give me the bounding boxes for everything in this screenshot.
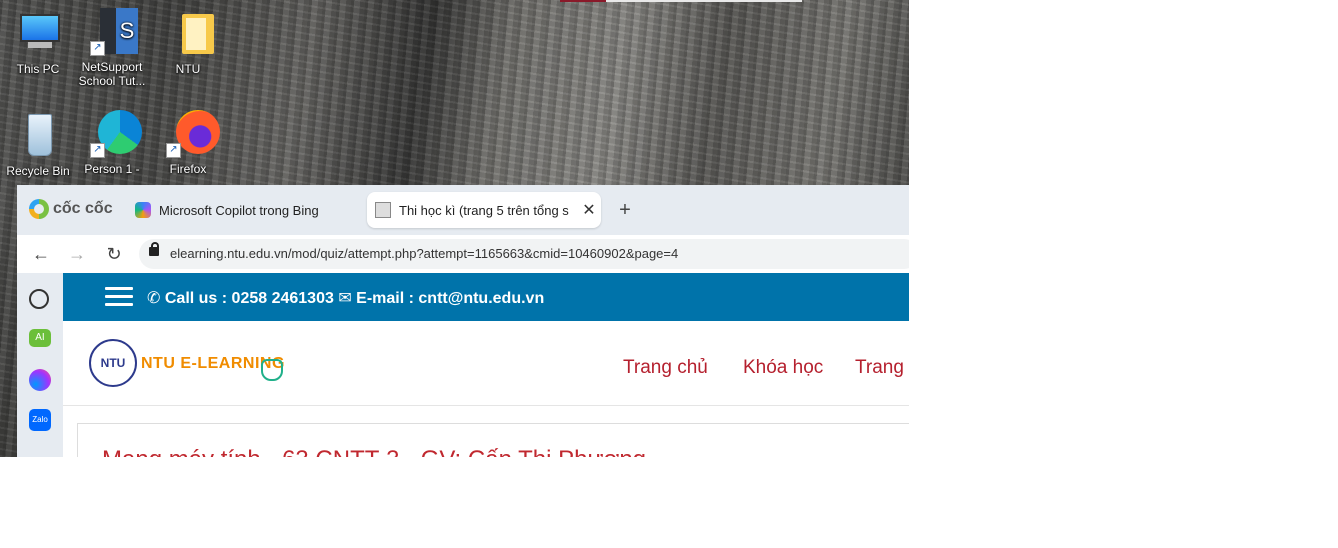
navigation-bar: ← → ↻ elearning.ntu.edu.vn/mod/quiz/atte… bbox=[17, 235, 909, 273]
url-text[interactable]: elearning.ntu.edu.vn/mod/quiz/attempt.ph… bbox=[170, 246, 678, 261]
tab-quiz[interactable]: Thi học kì (trang 5 trên tổng s ✕ bbox=[367, 192, 601, 228]
new-tab-icon[interactable]: + bbox=[613, 198, 637, 222]
history-icon[interactable] bbox=[29, 289, 49, 309]
phone-icon: ✆ bbox=[147, 290, 165, 307]
menu-item-courses[interactable]: Khóa học bbox=[743, 357, 823, 379]
edge-icon: ↗ bbox=[88, 110, 142, 158]
shortcut-arrow-icon: ↗ bbox=[166, 143, 181, 158]
browser-window: cốc cốc Microsoft Copilot trong Bing Thi… bbox=[17, 185, 909, 457]
ntu-logo[interactable]: NTU bbox=[89, 339, 137, 387]
address-bar[interactable]: elearning.ntu.edu.vn/mod/quiz/attempt.ph… bbox=[139, 239, 909, 269]
desktop-icon-label: NetSupport School Tut... bbox=[78, 60, 146, 88]
zalo-icon[interactable]: Zalo bbox=[29, 409, 51, 431]
desktop-icon-this-pc[interactable]: This PC bbox=[2, 10, 74, 76]
folder-icon bbox=[164, 10, 214, 58]
desktop-icon-label: Recycle Bin bbox=[6, 164, 70, 178]
logo-text: NTU bbox=[100, 356, 126, 370]
copilot-icon bbox=[135, 202, 151, 218]
tab-title: Microsoft Copilot trong Bing bbox=[159, 202, 319, 218]
hamburger-menu-icon[interactable] bbox=[105, 287, 133, 307]
menu-item-home[interactable]: Trang chủ bbox=[623, 357, 708, 379]
shortcut-arrow-icon: ↗ bbox=[90, 41, 105, 56]
desktop-icon-label: This PC bbox=[16, 62, 60, 76]
desktop-icon-edge[interactable]: ↗ Person 1 - bbox=[76, 110, 148, 176]
netsupport-icon: S ↗ bbox=[88, 8, 138, 56]
desktop-icon-firefox[interactable]: ↗ Firefox bbox=[152, 110, 224, 176]
browser-logo[interactable]: cốc cốc bbox=[29, 199, 113, 219]
contact-text: Call us : 0258 2461303 ✉ E-mail : cntt@n… bbox=[164, 290, 545, 307]
web-page: ✆ Call us : 0258 2461303 ✉ E-mail : cntt… bbox=[63, 273, 909, 457]
content-box: Mạng máy tính - 63.CNTT-3 - GV: Cấn Thị … bbox=[77, 423, 909, 457]
page-favicon-icon bbox=[375, 202, 391, 218]
site-header: NTU NTU E-LEARNING Trang chủ Khóa học Tr… bbox=[63, 321, 909, 406]
tab-copilot[interactable]: Microsoft Copilot trong Bing bbox=[135, 192, 345, 228]
contact-bar: ✆ Call us : 0258 2461303 ✉ E-mail : cntt… bbox=[63, 273, 909, 321]
forward-icon[interactable]: → bbox=[65, 242, 89, 266]
desktop-icon-label: Firefox bbox=[169, 162, 207, 176]
recycle-bin-icon bbox=[14, 112, 62, 160]
pointer-hand-icon bbox=[261, 359, 283, 381]
desktop-icon-ntu[interactable]: NTU bbox=[152, 10, 224, 76]
course-title: Mạng máy tính - 63.CNTT-3 - GV: Cấn Thị … bbox=[102, 446, 646, 457]
reload-icon[interactable]: ↻ bbox=[102, 242, 126, 266]
messenger-icon[interactable] bbox=[29, 369, 51, 391]
browser-brand: cốc cốc bbox=[53, 200, 113, 217]
lock-icon[interactable] bbox=[149, 242, 159, 256]
browser-sidebar: AI Zalo bbox=[17, 273, 63, 457]
coccoc-logo-icon bbox=[29, 199, 49, 219]
tab-bar: cốc cốc Microsoft Copilot trong Bing Thi… bbox=[17, 185, 909, 235]
shortcut-arrow-icon: ↗ bbox=[90, 143, 105, 158]
desktop-icon-label: NTU bbox=[175, 62, 201, 76]
close-tab-icon[interactable]: ✕ bbox=[577, 200, 601, 220]
tab-title: Thi học kì (trang 5 trên tổng s bbox=[399, 202, 569, 218]
menu-item-page[interactable]: Trang bbox=[855, 357, 904, 379]
desktop-icon-label: Person 1 - bbox=[84, 162, 140, 176]
wallpaper-strip bbox=[560, 0, 606, 2]
desktop-icon-netsupport[interactable]: S ↗ NetSupport School Tut... bbox=[76, 8, 148, 88]
monitor-icon bbox=[14, 10, 62, 58]
desktop-icon-recycle-bin[interactable]: Recycle Bin bbox=[2, 112, 74, 178]
ai-assistant-icon[interactable]: AI bbox=[29, 329, 51, 347]
firefox-icon: ↗ bbox=[164, 110, 220, 158]
back-icon[interactable]: ← bbox=[29, 242, 53, 266]
contact-info: ✆ Call us : 0258 2461303 ✉ E-mail : cntt… bbox=[147, 288, 544, 308]
wallpaper-strip bbox=[606, 0, 802, 2]
